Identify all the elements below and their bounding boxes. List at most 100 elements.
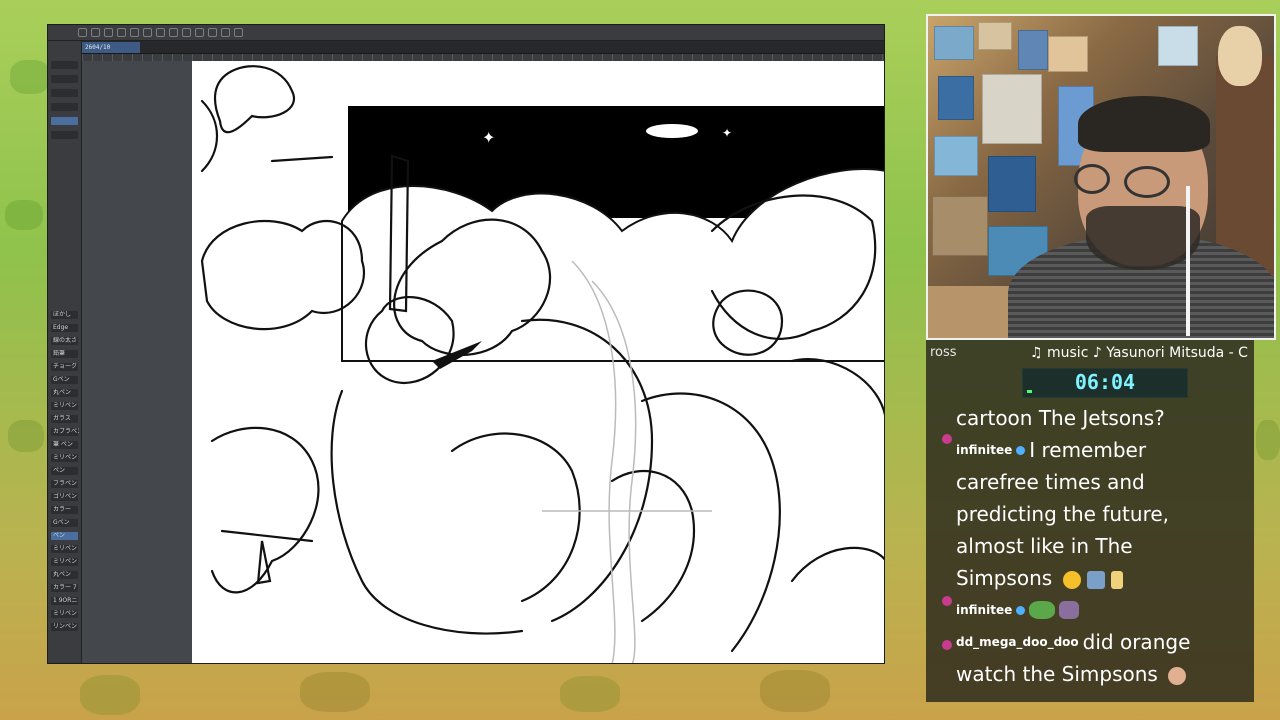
tool-list-item[interactable]: チョーク — [51, 363, 78, 371]
tool-list-item[interactable]: Edge — [51, 324, 78, 332]
timer-progress-bar — [1027, 390, 1032, 393]
command-bar — [48, 25, 884, 41]
hourglass-emoji-icon — [1111, 570, 1124, 589]
snap-icon[interactable] — [234, 28, 243, 37]
tool-list-item[interactable]: 筆 ペン — [51, 441, 78, 449]
tool-list-item[interactable]: ミリペン — [51, 610, 78, 618]
tool-list-label: 筆 ペン — [53, 441, 73, 448]
tool-list-label: ゴリペン — [53, 493, 78, 500]
chat-username[interactable]: infinitee — [956, 434, 1012, 466]
chat-username[interactable]: dd_mega_doo_doo — [956, 626, 1079, 658]
crop-icon[interactable] — [195, 28, 204, 37]
tool-list-item[interactable]: ミリペン — [51, 558, 78, 566]
tool-list-label: 鉛筆 — [53, 350, 66, 357]
ruler-tool-icon[interactable] — [221, 28, 230, 37]
sketch-artwork: ✦ ✦ — [200, 65, 884, 663]
tool-list-item[interactable]: 丸ペン — [51, 571, 78, 579]
tool-list-item[interactable]: ぼかし — [51, 311, 78, 319]
chat-text-line: cartoon The Jetsons? — [956, 406, 1165, 430]
tool-list-label: 1 9ORニ — [53, 597, 78, 604]
chat-text-line-with-emotes: Simpsons — [956, 562, 1252, 594]
chat-text-line: predicting the future, — [956, 502, 1170, 526]
document-tab[interactable]: 2604/10 — [82, 42, 140, 53]
tool-list-item[interactable]: ゴリペン — [51, 493, 78, 501]
transform-icon[interactable] — [182, 28, 191, 37]
chat-text-line: carefree times and — [956, 470, 1145, 494]
tool-list-label: ペン — [53, 532, 66, 539]
tool-list-label: ペン — [53, 467, 66, 474]
chat-text-line: almost like in The — [956, 534, 1133, 558]
tool-list-label: カラー — [53, 506, 72, 513]
tool-list-item[interactable]: 丸ペン — [51, 389, 78, 397]
chat-text: watch the Simpsons — [956, 662, 1158, 686]
undo-icon[interactable] — [130, 28, 139, 37]
export-icon[interactable] — [117, 28, 126, 37]
tool-list-item[interactable]: カラー 7 — [51, 584, 78, 592]
tool-list-item[interactable]: ペン — [51, 532, 78, 540]
grin-emoji-icon — [1062, 570, 1081, 589]
tool-list-label: リンペン — [53, 623, 78, 630]
tool-list-item[interactable]: フラペン — [51, 480, 78, 488]
tool-list-label: 丸ペン — [53, 389, 72, 396]
tool-list-label: カラー 7 — [53, 584, 77, 591]
chat-feed: cartoon The Jetsons? infinitee I remembe… — [956, 402, 1252, 690]
open-file-icon[interactable] — [91, 28, 100, 37]
tool-list-item[interactable]: Gペン — [51, 519, 78, 527]
tool-list-label: ガラス — [53, 415, 71, 422]
tool-option-row[interactable] — [51, 75, 78, 83]
tool-list-label: ミリペン — [53, 454, 78, 461]
overlay-left-label: ross — [930, 345, 957, 360]
drawing-app-window: 2604/10 ぼかし Edge 線の太さ 鉛筆 チョーク Gペン 丸ペン ミリペン ガラス カブ… — [47, 24, 885, 664]
svg-text:✦: ✦ — [482, 128, 495, 147]
tool-list-item[interactable]: ミリペン — [51, 402, 78, 410]
chat-message-text: I remember — [1029, 438, 1147, 462]
pen-tool-icon[interactable] — [208, 28, 217, 37]
document-tab-bar: 2604/10 — [48, 41, 884, 54]
tool-list-label: Gペン — [53, 376, 70, 383]
tool-list-item[interactable]: リンペン — [51, 623, 78, 631]
tool-list-item[interactable]: ミリペン — [51, 454, 78, 462]
subscriber-badge-icon — [1016, 605, 1026, 615]
tool-list-item[interactable]: ペン — [51, 467, 78, 475]
save-icon[interactable] — [104, 28, 113, 37]
tool-option-row[interactable] — [51, 131, 78, 139]
svg-text:✦: ✦ — [722, 126, 732, 140]
tool-list-label: ミリペン — [53, 610, 78, 617]
chat-message-text: did orange — [1082, 630, 1191, 654]
tool-list-item[interactable]: 鉛筆 — [51, 350, 78, 358]
tool-list-label: 線の太さ — [53, 337, 78, 344]
tool-list-item[interactable]: ガラス — [51, 415, 78, 423]
tool-list-item[interactable]: カラー — [51, 506, 78, 514]
tool-list-item[interactable]: 1 9ORニ — [51, 597, 78, 605]
chat-message: infinitee I remember — [956, 434, 1252, 466]
tool-property-panel: ぼかしEdge線の太さ鉛筆チョークGペン丸ペンミリペンガラスカブラペン筆 ペンミ… — [48, 41, 82, 663]
tool-list-label: 丸ペン — [53, 571, 72, 578]
stream-timer: 06:04 — [1022, 368, 1188, 398]
tool-option-row[interactable] — [51, 61, 78, 69]
tool-option-row[interactable] — [51, 89, 78, 97]
settings-icon[interactable] — [156, 28, 165, 37]
tool-list-item[interactable]: カブラペン — [51, 428, 79, 436]
mod-badge-icon — [942, 596, 952, 606]
drawing-canvas[interactable]: ✦ ✦ — [192, 61, 884, 663]
chat-username[interactable]: infinitee — [956, 594, 1012, 626]
tool-list-item[interactable]: 線の太さ — [51, 337, 78, 345]
tool-option-row[interactable] — [51, 117, 78, 125]
mod-badge-icon — [942, 434, 952, 444]
sticker-emote-icon — [1059, 601, 1080, 619]
tool-list-label: ミリペン — [53, 402, 78, 409]
tool-list-item[interactable]: ミリペン — [51, 545, 78, 553]
chat-text-line-with-emotes: watch the Simpsons — [956, 658, 1252, 690]
webcam-feed — [926, 14, 1276, 340]
tool-list-label: ミリペン — [53, 545, 78, 552]
overlay-header: ross ♫ music ♪ Yasunori Mitsuda - C — [926, 340, 1254, 366]
chat-message: dd_mega_doo_doo did orange — [956, 626, 1252, 658]
fill-icon[interactable] — [169, 28, 178, 37]
redo-icon[interactable] — [143, 28, 152, 37]
new-file-icon[interactable] — [78, 28, 87, 37]
tool-list-item[interactable]: Gペン — [51, 376, 78, 384]
tool-option-row[interactable] — [51, 103, 78, 111]
chat-message: infinitee — [956, 594, 1252, 626]
horizontal-ruler — [82, 54, 884, 61]
hand-emoji-icon — [1168, 666, 1187, 685]
